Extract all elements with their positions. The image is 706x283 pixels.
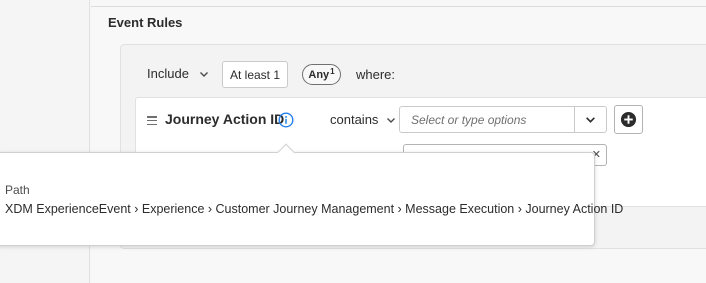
where-label: where: [356, 67, 396, 82]
any-count: 1 [330, 67, 335, 76]
field-name: Journey Action ID [165, 111, 285, 127]
any-toggle[interactable]: Any 1 [302, 64, 341, 85]
chevron-down-icon [199, 71, 208, 77]
info-icon[interactable] [278, 112, 294, 128]
include-dropdown[interactable]: Include [147, 66, 209, 81]
chevron-down-icon [586, 117, 595, 123]
divider [91, 6, 706, 7]
add-circle-icon [620, 111, 637, 128]
add-condition-button[interactable] [614, 105, 643, 134]
combobox-toggle[interactable] [574, 107, 606, 132]
any-label: Any [308, 68, 330, 81]
operator-label: contains [330, 112, 379, 127]
include-label: Include [147, 66, 189, 81]
chevron-down-icon [387, 117, 396, 123]
value-input[interactable] [400, 107, 574, 132]
at-least-button[interactable]: At least 1 [222, 61, 288, 88]
tooltip-path: XDM ExperienceEvent › Experience › Custo… [5, 202, 624, 216]
operator-dropdown[interactable]: contains [330, 112, 396, 127]
path-tooltip: Path XDM ExperienceEvent › Experience › … [0, 152, 623, 246]
tooltip-label: Path [5, 183, 30, 197]
value-combobox[interactable] [399, 106, 607, 133]
drag-handle-icon[interactable] [147, 116, 157, 125]
section-title: Event Rules [108, 15, 183, 30]
